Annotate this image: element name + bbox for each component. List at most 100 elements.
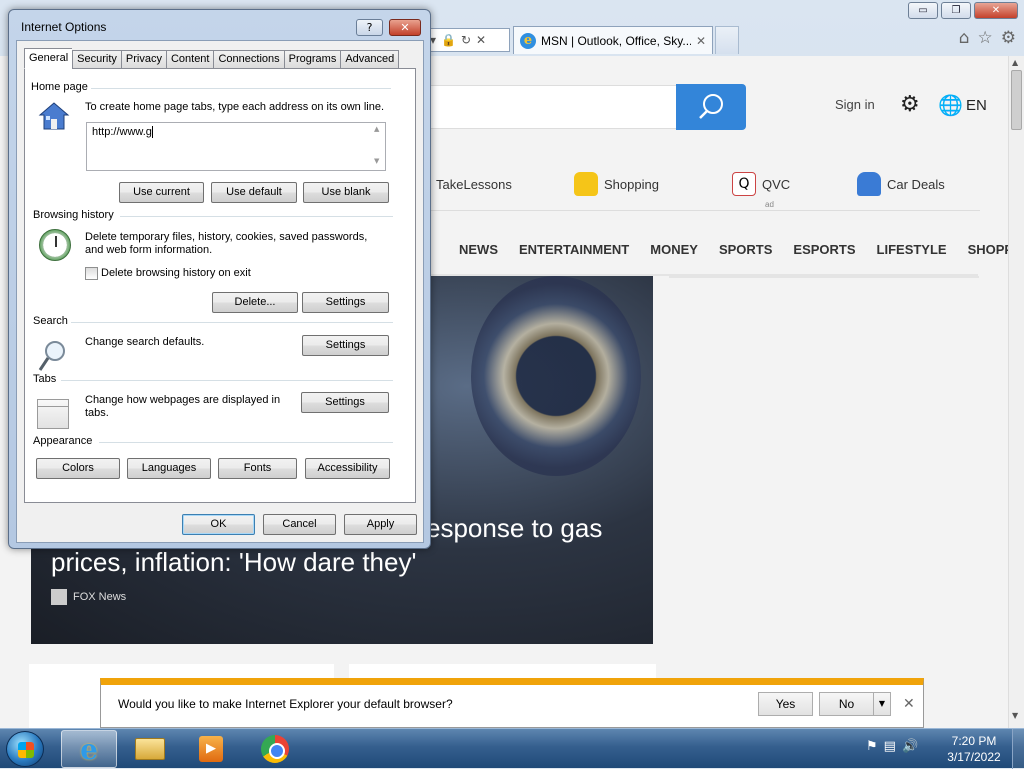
apply-button[interactable]: Apply <box>344 514 417 535</box>
clock[interactable]: 7:20 PM 3/17/2022 <box>940 733 1008 765</box>
general-panel: Home page To create home page tabs, type… <box>24 68 416 503</box>
search-input[interactable] <box>410 85 680 129</box>
use-current-button[interactable]: Use current <box>119 182 204 203</box>
network-icon[interactable]: ▤ <box>884 739 896 754</box>
ie-icon: e <box>520 32 536 49</box>
search-icon <box>699 94 723 119</box>
textarea-scrollbar[interactable]: ▲ ▼ <box>371 123 385 170</box>
car-icon <box>857 172 881 196</box>
use-blank-button[interactable]: Use blank <box>303 182 389 203</box>
quicklink-shopping[interactable]: Shopping <box>574 169 659 199</box>
text-caret <box>151 126 153 139</box>
volume-icon[interactable]: 🔊 <box>902 739 918 754</box>
history-settings-button[interactable]: Settings <box>302 292 389 313</box>
settings-gear-icon[interactable]: ⚙ <box>900 92 920 117</box>
search-magnifier-icon <box>38 341 65 371</box>
scroll-up-icon[interactable]: ▲ <box>1012 58 1018 67</box>
languages-button[interactable]: Languages <box>127 458 211 479</box>
nav-lifestyle[interactable]: LIFESTYLE <box>877 242 947 257</box>
scroll-down-icon[interactable]: ▼ <box>1012 711 1018 720</box>
quicklink-car-deals[interactable]: Car Deals <box>857 169 945 199</box>
tabs-settings-button[interactable]: Settings <box>301 392 389 413</box>
browsing-history-description-line2: and web form information. <box>85 244 213 256</box>
tab-connections[interactable]: Connections <box>213 50 284 69</box>
divider <box>669 276 979 278</box>
tab-msn[interactable]: e MSN | Outlook, Office, Sky... ✕ <box>513 26 713 54</box>
quicklink-qvc[interactable]: Q QVC <box>732 169 790 199</box>
search-button[interactable] <box>676 84 746 130</box>
quicklink-takelessons[interactable]: TakeLessons <box>436 169 512 199</box>
accessibility-button[interactable]: Accessibility <box>305 458 390 479</box>
quicklink-label: Car Deals <box>887 176 945 192</box>
action-center-flag-icon[interactable]: ⚑ <box>866 739 878 754</box>
page-scrollbar[interactable]: ▲ ▼ <box>1008 56 1024 728</box>
nav-money[interactable]: MONEY <box>650 242 698 257</box>
browsing-history-description-line1: Delete temporary files, history, cookies… <box>85 231 368 243</box>
notification-options-dropdown[interactable]: ▼ <box>873 692 891 716</box>
ok-button[interactable]: OK <box>182 514 255 535</box>
tools-gear-icon[interactable]: ⚙ <box>1001 28 1016 48</box>
minimize-button[interactable]: ▭ <box>908 2 938 19</box>
tabs-window-icon <box>37 399 69 429</box>
tab-close-icon[interactable]: ✕ <box>696 34 706 48</box>
home-icon[interactable]: ⌂ <box>959 28 970 48</box>
nav-shopping[interactable]: SHOPP <box>968 242 1008 257</box>
delete-history-on-exit-checkbox[interactable] <box>85 267 98 280</box>
tab-content[interactable]: Content <box>165 50 214 69</box>
close-icon[interactable]: ✕ <box>476 33 486 47</box>
colors-button[interactable]: Colors <box>36 458 120 479</box>
tab-programs[interactable]: Programs <box>283 50 341 69</box>
taskbar-google-chrome[interactable] <box>247 730 303 768</box>
refresh-icon[interactable]: ↻ <box>461 33 471 47</box>
taskbar-internet-explorer[interactable]: e <box>61 730 117 768</box>
divider <box>430 210 980 211</box>
notification-close-icon[interactable]: ✕ <box>903 696 915 712</box>
show-desktop-button[interactable] <box>1012 729 1024 769</box>
divider <box>91 88 391 89</box>
use-default-button[interactable]: Use default <box>211 182 297 203</box>
scroll-down-icon[interactable]: ▼ <box>374 157 379 165</box>
home-page-textarea[interactable]: http://www.g ▲ ▼ <box>86 122 386 171</box>
maximize-button[interactable]: ❐ <box>941 2 971 19</box>
close-window-button[interactable]: ✕ <box>974 2 1018 19</box>
clock-date: 3/17/2022 <box>947 750 1001 764</box>
sign-in-link[interactable]: Sign in <box>835 97 875 112</box>
tab-general[interactable]: General <box>24 48 73 69</box>
hero-headline-line1: esponse to gas <box>426 513 603 543</box>
home-page-value: http://www.g <box>92 126 153 139</box>
help-button[interactable]: ? <box>356 19 383 36</box>
nav-news[interactable]: NEWS <box>459 242 498 257</box>
hero-headline-line2: prices, inflation: 'How dare they' <box>51 547 417 577</box>
search-settings-button[interactable]: Settings <box>302 335 389 356</box>
cancel-button[interactable]: Cancel <box>263 514 336 535</box>
fonts-button[interactable]: Fonts <box>218 458 297 479</box>
dialog-close-button[interactable]: ✕ <box>389 19 421 36</box>
notification-no-button[interactable]: No <box>819 692 874 716</box>
notification-yes-button[interactable]: Yes <box>758 692 813 716</box>
window-controls: ▭ ❐ ✕ <box>908 2 1018 19</box>
taskbar-media-player[interactable]: ▶ <box>183 730 239 768</box>
tab-title: MSN | Outlook, Office, Sky... <box>541 33 691 48</box>
scrollbar-thumb[interactable] <box>1011 70 1022 130</box>
new-tab-button[interactable] <box>715 26 739 54</box>
lock-icon[interactable]: 🔒 <box>441 33 456 47</box>
delete-history-button[interactable]: Delete... <box>212 292 298 313</box>
nav-sports[interactable]: SPORTS <box>719 242 772 257</box>
language-selector[interactable]: EN <box>966 97 987 114</box>
nav-entertainment[interactable]: ENTERTAINMENT <box>519 242 629 257</box>
taskbar-windows-explorer[interactable] <box>122 730 178 768</box>
delete-history-on-exit-label[interactable]: Delete browsing history on exit <box>101 267 251 280</box>
section-browsing-history: Browsing history <box>33 209 114 221</box>
globe-icon[interactable]: 🌐 <box>938 93 963 117</box>
chrome-icon <box>261 735 289 763</box>
tab-security[interactable]: Security <box>72 50 121 69</box>
folder-icon <box>135 738 165 760</box>
tab-advanced[interactable]: Advanced <box>340 50 400 69</box>
tab-privacy[interactable]: Privacy <box>120 50 166 69</box>
scroll-up-icon[interactable]: ▲ <box>374 125 379 133</box>
nav-esports[interactable]: ESPORTS <box>793 242 855 257</box>
favorites-icon[interactable]: ☆ <box>978 28 993 48</box>
section-search: Search <box>33 315 68 327</box>
start-button[interactable] <box>6 731 44 767</box>
internet-explorer-icon: e <box>80 732 98 766</box>
